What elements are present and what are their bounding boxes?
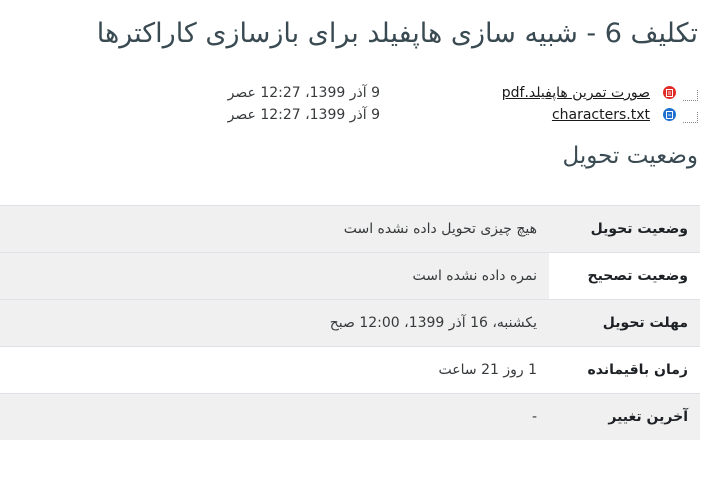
submission-status-table: وضعیت تحویل هیچ چیزی تحویل داده نشده است…: [0, 205, 700, 440]
table-row: وضعیت تحویل هیچ چیزی تحویل داده نشده است: [0, 205, 700, 253]
attachment-link-pdf[interactable]: صورت تمرین هاپفیلد.pdf: [502, 82, 650, 104]
text-file-icon: [663, 108, 676, 121]
tree-connector: [683, 112, 698, 123]
attachment-modified-time: 9 آذر 1399، 12:27 عصر: [227, 107, 380, 123]
table-row: مهلت تحویل یکشنبه، 16 آذر 1399، 12:00 صب…: [0, 299, 700, 347]
table-row: وضعیت تصحیح نمره داده نشده است: [0, 252, 700, 300]
row-label: زمان باقیمانده: [549, 346, 700, 394]
attachment-item: characters.txt 9 آذر 1399، 12:27 عصر: [218, 104, 698, 126]
row-value: یکشنبه، 16 آذر 1399، 12:00 صبح: [0, 299, 549, 347]
attachment-modified-time: 9 آذر 1399، 12:27 عصر: [227, 85, 380, 101]
table-row: آخرین تغییر -: [0, 393, 700, 440]
attachment-item: صورت تمرین هاپفیلد.pdf 9 آذر 1399، 12:27…: [218, 82, 698, 104]
pdf-icon: [663, 86, 676, 99]
row-value: 1 روز 21 ساعت: [0, 346, 549, 394]
row-label: آخرین تغییر: [549, 393, 700, 440]
row-value: هیچ چیزی تحویل داده نشده است: [0, 205, 549, 253]
table-row: زمان باقیمانده 1 روز 21 ساعت: [0, 346, 700, 394]
tree-connector: [683, 90, 698, 101]
row-value: نمره داده نشده است: [0, 252, 549, 300]
attachment-list: صورت تمرین هاپفیلد.pdf 9 آذر 1399، 12:27…: [218, 82, 698, 126]
submission-status-heading: وضعیت تحویل: [562, 143, 698, 169]
attachment-link-txt[interactable]: characters.txt: [552, 104, 650, 126]
row-label: مهلت تحویل: [549, 299, 700, 347]
row-label: وضعیت تصحیح: [549, 252, 700, 300]
row-label: وضعیت تحویل: [549, 205, 700, 253]
row-value: -: [0, 393, 549, 440]
page-title: تکلیف 6 - شبیه سازی هاپفیلد برای بازسازی…: [96, 18, 698, 49]
